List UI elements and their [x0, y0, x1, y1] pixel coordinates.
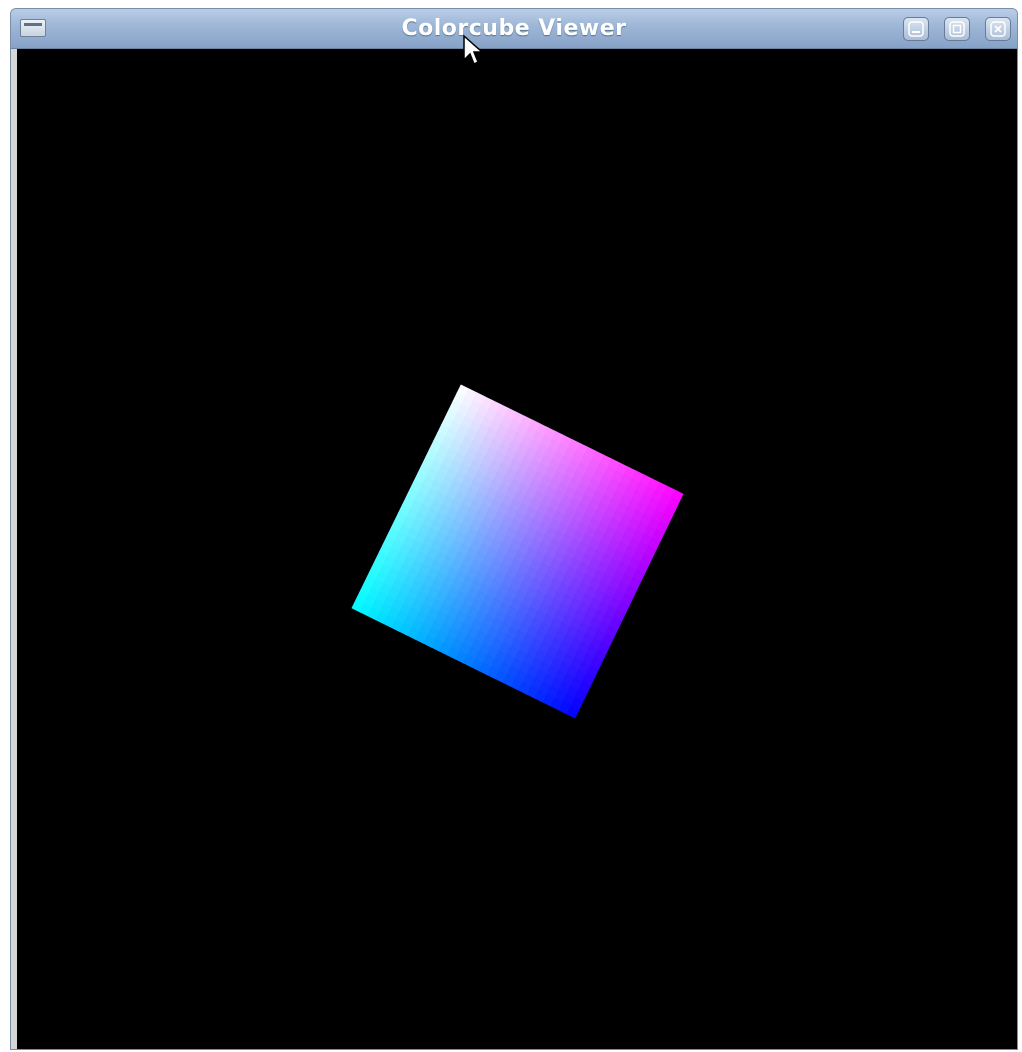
- maximize-icon: [949, 21, 965, 37]
- mouse-pointer-icon: [463, 34, 484, 66]
- app-window: Colorcube Viewer: [10, 8, 1018, 1050]
- window-title: Colorcube Viewer: [401, 16, 627, 41]
- minimize-button[interactable]: [903, 17, 929, 41]
- title-bar[interactable]: Colorcube Viewer: [11, 9, 1017, 49]
- close-icon: [990, 21, 1006, 37]
- maximize-button[interactable]: [944, 17, 970, 41]
- minimize-icon: [908, 21, 924, 37]
- color-cube: [351, 384, 684, 719]
- close-button[interactable]: [985, 17, 1011, 41]
- cube-face: [351, 384, 684, 719]
- gl-canvas[interactable]: [17, 49, 1017, 1049]
